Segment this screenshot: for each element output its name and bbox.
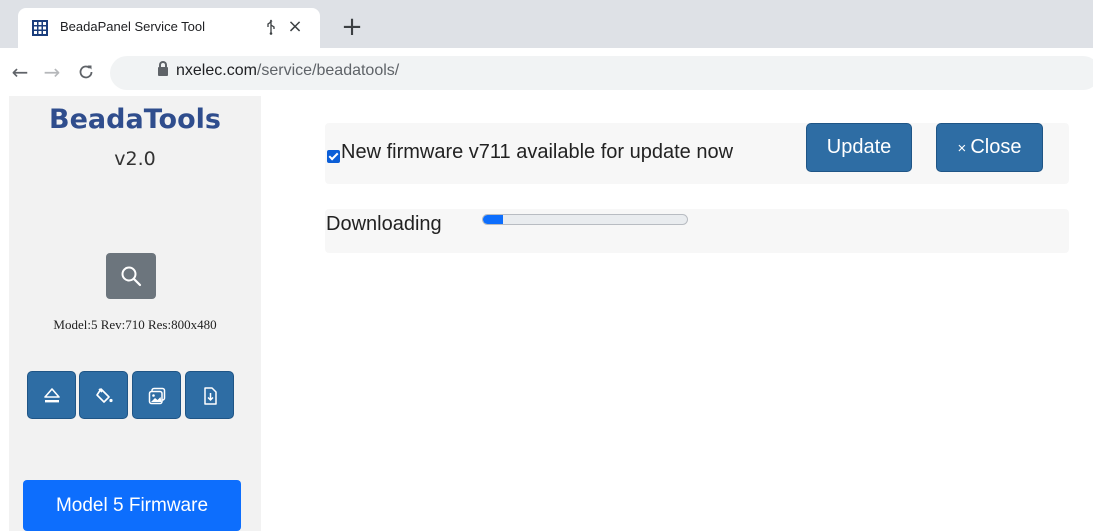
reload-icon[interactable] (74, 60, 98, 84)
forward-arrow-icon[interactable]: → (40, 60, 64, 84)
app-version: v2.0 (114, 148, 156, 170)
eject-button[interactable] (27, 371, 76, 419)
browser-tab[interactable]: BeadaPanel Service Tool × (18, 8, 320, 48)
browser-toolbar: ← → nxelec.com/service/beadatools/ (0, 48, 1093, 96)
address-bar[interactable]: nxelec.com/service/beadatools/ (110, 56, 1093, 90)
progress-fill (483, 215, 504, 224)
usb-icon (262, 16, 280, 38)
paint-bucket-icon (96, 388, 113, 403)
download-file-icon (204, 387, 217, 405)
download-button[interactable] (185, 371, 234, 419)
new-tab-button[interactable]: + (340, 14, 364, 40)
progress-label: Downloading (326, 213, 442, 235)
paint-button[interactable] (79, 371, 128, 419)
progress-bar (482, 214, 688, 225)
eject-icon (44, 388, 60, 403)
alert-checkbox[interactable] (327, 150, 340, 163)
back-arrow-icon[interactable]: ← (8, 60, 32, 84)
tab-close-icon[interactable]: × (284, 16, 306, 38)
url-text: nxelec.com/service/beadatools/ (176, 62, 400, 79)
device-info: Model:5 Rev:710 Res:800x480 (53, 317, 217, 332)
firmware-alert: New firmware v711 available for update n… (325, 123, 1069, 184)
close-button[interactable]: × Close (936, 123, 1043, 172)
firmware-button[interactable]: Model 5 Firmware (23, 480, 241, 531)
search-icon (121, 266, 142, 287)
tab-title: BeadaPanel Service Tool (60, 19, 206, 34)
favicon-grid-icon (32, 20, 48, 36)
search-device-button[interactable] (106, 253, 156, 299)
image-icon (148, 387, 166, 405)
tab-strip: BeadaPanel Service Tool × + (0, 0, 1093, 48)
update-button[interactable]: Update (806, 123, 912, 172)
app-brand: BeadaTools (49, 104, 221, 135)
sidebar: BeadaTools v2.0 Model:5 Rev:710 Res:800x… (9, 96, 261, 531)
close-label: Close (970, 136, 1022, 158)
image-button[interactable] (132, 371, 181, 419)
close-icon: × (957, 140, 967, 157)
download-progress-row: Downloading (325, 209, 1069, 253)
alert-text: New firmware v711 available for update n… (341, 141, 734, 163)
lock-icon (158, 61, 168, 76)
